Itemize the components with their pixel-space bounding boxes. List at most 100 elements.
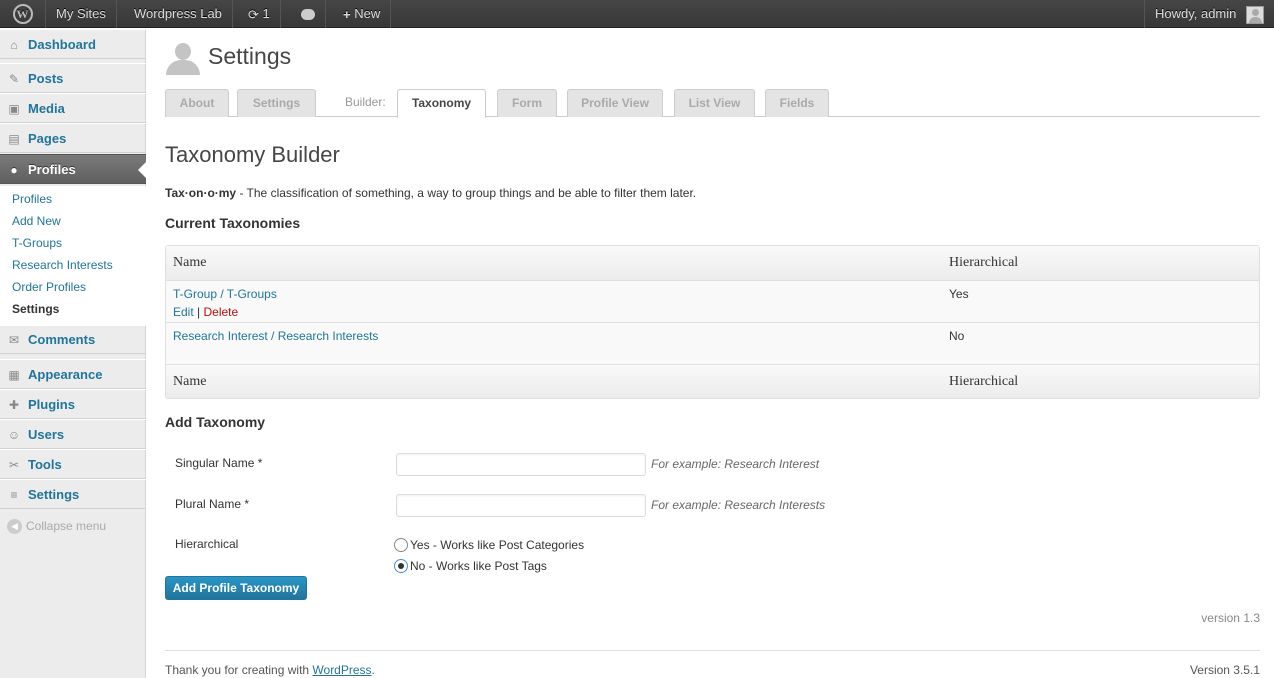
collapse-arrow-icon: ◀ bbox=[7, 519, 22, 535]
new-content-menu[interactable]: + New bbox=[333, 0, 392, 28]
hierarchical-yes-option[interactable]: Yes - Works like Post Categories bbox=[394, 538, 584, 552]
sidebar-item-label: Users bbox=[28, 427, 65, 442]
comments-icon: ✉ bbox=[8, 333, 20, 347]
collapse-menu-button[interactable]: ◀ Collapse menu bbox=[7, 519, 107, 535]
table-cell-name: Research Interest / Research Interests bbox=[166, 322, 942, 364]
sidebar-item-label: Appearance bbox=[28, 367, 103, 382]
admin-sidebar: ⌂ Dashboard ✎ Posts ▣ Media ▤ Pages ● Pr… bbox=[0, 29, 147, 678]
table-row: Research Interest / Research Interests N… bbox=[166, 322, 1259, 364]
footer-divider bbox=[165, 650, 1260, 651]
avatar bbox=[1246, 5, 1264, 24]
submenu-item-settings[interactable]: Settings bbox=[12, 298, 59, 320]
builder-label: Builder: bbox=[345, 95, 386, 109]
admin-bar: W My Sites Wordpress Lab ⟳ 1 + New Howdy… bbox=[0, 0, 1274, 28]
sidebar-item-label: Settings bbox=[28, 487, 80, 502]
sidebar-item-label: Dashboard bbox=[28, 37, 96, 52]
singular-name-input[interactable] bbox=[396, 453, 646, 476]
plugin-icon: ✚ bbox=[8, 398, 20, 412]
wordpress-logo-menu[interactable]: W bbox=[0, 0, 46, 28]
sidebar-item-plugins[interactable]: ✚ Plugins bbox=[0, 389, 146, 419]
hierarchical-yes-label: Yes - Works like Post Categories bbox=[410, 538, 585, 552]
sidebar-item-pages[interactable]: ▤ Pages bbox=[0, 123, 146, 153]
column-footer-hierarchical: Hierarchical bbox=[942, 364, 1259, 398]
wordpress-link[interactable]: WordPress bbox=[312, 663, 371, 677]
site-name-menu[interactable]: Wordpress Lab bbox=[124, 0, 233, 28]
submenu-item-order-profiles[interactable]: Order Profiles bbox=[12, 276, 86, 298]
submenu-item-profiles[interactable]: Profiles bbox=[12, 188, 52, 210]
delete-link[interactable]: Delete bbox=[203, 305, 238, 319]
sidebar-item-profiles[interactable]: ● Profiles bbox=[0, 154, 147, 184]
plugin-version: version 1.3 bbox=[1201, 611, 1260, 625]
sidebar-item-posts[interactable]: ✎ Posts bbox=[0, 63, 146, 93]
column-header-hierarchical: Hierarchical bbox=[942, 246, 1259, 280]
definition-term: Tax·on·o·my bbox=[165, 186, 237, 200]
add-profile-taxonomy-button[interactable]: Add Profile Taxonomy bbox=[165, 576, 307, 600]
comment-bubble-icon bbox=[301, 9, 315, 21]
sidebar-item-label: Media bbox=[28, 101, 65, 116]
row-action-separator: | bbox=[193, 305, 204, 319]
tab-profile-view[interactable]: Profile View bbox=[567, 89, 663, 117]
sidebar-item-label: Plugins bbox=[28, 397, 75, 412]
footer-thanks-suffix: . bbox=[371, 663, 375, 677]
tab-about[interactable]: About bbox=[165, 89, 229, 117]
sidebar-item-media[interactable]: ▣ Media bbox=[0, 93, 146, 123]
collapse-label: Collapse menu bbox=[26, 519, 107, 533]
hierarchical-yes-radio[interactable] bbox=[394, 538, 408, 552]
footer-thanks: Thank you for creating with WordPress. bbox=[165, 663, 375, 677]
sidebar-item-label: Comments bbox=[28, 332, 96, 347]
add-taxonomy-heading: Add Taxonomy bbox=[165, 414, 266, 430]
my-account-menu[interactable]: Howdy, admin bbox=[1143, 0, 1274, 28]
taxonomy-definition: Tax·on·o·my - The classification of some… bbox=[165, 186, 696, 200]
settings-icon: ≡ bbox=[10, 488, 18, 502]
sidebar-item-comments[interactable]: ✉ Comments bbox=[0, 324, 146, 354]
appearance-icon: ▦ bbox=[8, 368, 20, 382]
page-title: Settings bbox=[208, 43, 292, 69]
singular-name-label: Singular Name * bbox=[175, 456, 263, 470]
sidebar-item-dashboard[interactable]: ⌂ Dashboard bbox=[0, 29, 146, 59]
updates-count: 1 bbox=[262, 6, 270, 21]
sidebar-item-label: Tools bbox=[28, 457, 62, 472]
sidebar-item-tools[interactable]: ✂ Tools bbox=[0, 449, 146, 479]
dashboard-icon: ⌂ bbox=[10, 38, 18, 52]
submenu-item-add-new[interactable]: Add New bbox=[12, 210, 61, 232]
taxonomy-link[interactable]: Research Interest / Research Interests bbox=[173, 329, 378, 343]
updates-menu[interactable]: ⟳ 1 bbox=[238, 0, 281, 28]
section-heading: Taxonomy Builder bbox=[165, 142, 340, 167]
hierarchical-no-option[interactable]: No - Works like Post Tags bbox=[394, 559, 547, 573]
plural-name-input[interactable] bbox=[396, 494, 646, 517]
users-icon: ☺ bbox=[7, 428, 21, 442]
tab-fields[interactable]: Fields bbox=[765, 89, 829, 117]
sidebar-item-appearance[interactable]: ▦ Appearance bbox=[0, 359, 146, 389]
my-sites-menu[interactable]: My Sites bbox=[46, 0, 117, 28]
column-footer-name: Name bbox=[166, 364, 942, 398]
tools-icon: ✂ bbox=[8, 458, 20, 472]
hierarchical-label: Hierarchical bbox=[175, 537, 239, 551]
submenu-item-t-groups[interactable]: T-Groups bbox=[12, 232, 62, 254]
taxonomies-table: Name Hierarchical T-Group / T-Groups Edi… bbox=[165, 245, 1260, 399]
comments-menu[interactable] bbox=[291, 0, 326, 28]
edit-link[interactable]: Edit bbox=[173, 305, 194, 319]
sidebar-item-label: Profiles bbox=[28, 162, 76, 177]
current-taxonomies-heading: Current Taxonomies bbox=[165, 215, 301, 231]
hierarchical-no-radio[interactable] bbox=[394, 559, 408, 573]
hierarchical-no-label: No - Works like Post Tags bbox=[410, 559, 547, 573]
footer-version: Version 3.5.1 bbox=[1189, 663, 1260, 677]
table-cell-name: T-Group / T-Groups Edit | Delete bbox=[166, 280, 942, 322]
row-actions: Edit | Delete bbox=[173, 305, 935, 319]
plural-name-hint: For example: Research Interests bbox=[651, 498, 826, 512]
profiles-submenu: Profiles Add New T-Groups Research Inter… bbox=[0, 186, 146, 326]
sidebar-item-users[interactable]: ☺ Users bbox=[0, 419, 146, 449]
table-cell-hierarchical: No bbox=[942, 322, 1259, 364]
tab-settings[interactable]: Settings bbox=[237, 89, 316, 117]
sidebar-item-settings[interactable]: ≡ Settings bbox=[0, 479, 146, 509]
tab-form[interactable]: Form bbox=[497, 89, 557, 117]
submenu-item-research-interests[interactable]: Research Interests bbox=[12, 254, 113, 276]
sidebar-item-label: Posts bbox=[28, 71, 64, 86]
tab-list-view[interactable]: List View bbox=[674, 89, 755, 117]
sidebar-item-label: Pages bbox=[28, 131, 67, 146]
media-icon: ▣ bbox=[8, 102, 20, 116]
tab-taxonomy[interactable]: Taxonomy bbox=[397, 89, 486, 118]
new-label: New bbox=[354, 6, 381, 21]
taxonomy-link[interactable]: T-Group / T-Groups bbox=[173, 287, 277, 301]
tab-bar: About Settings Builder: Taxonomy Form Pr… bbox=[165, 89, 1260, 118]
